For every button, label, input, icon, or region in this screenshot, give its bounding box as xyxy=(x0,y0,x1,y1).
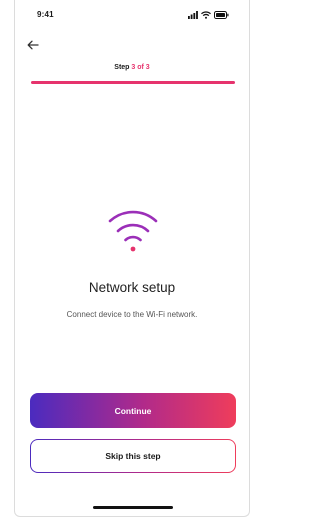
home-indicator[interactable] xyxy=(93,506,173,509)
step-count: 3 of 3 xyxy=(131,64,150,71)
skip-step-button[interactable]: Skip this step xyxy=(30,439,236,473)
status-bar: 9:41 xyxy=(15,0,249,28)
step-progress-bar xyxy=(31,81,235,84)
arrow-left-icon xyxy=(27,40,39,50)
back-button[interactable] xyxy=(25,38,41,52)
status-time: 9:41 xyxy=(37,10,54,19)
page-subtitle: Connect device to the Wi-Fi network. xyxy=(66,310,198,319)
wifi-icon xyxy=(201,11,211,19)
skip-step-button-label: Skip this step xyxy=(105,451,161,461)
battery-icon xyxy=(214,11,229,19)
continue-button-label: Continue xyxy=(114,405,152,416)
continue-button[interactable]: Continue xyxy=(30,393,236,428)
step-indicator: Step 3 of 3 xyxy=(15,64,249,71)
step-word: Step xyxy=(114,64,130,71)
wifi-icon xyxy=(108,210,158,252)
page-title: Network setup xyxy=(88,280,176,295)
phone-screen: 9:41 Step 3 of 3 Network setup Connect d… xyxy=(14,0,250,517)
status-icons xyxy=(188,10,229,20)
signal-icon xyxy=(188,11,198,19)
